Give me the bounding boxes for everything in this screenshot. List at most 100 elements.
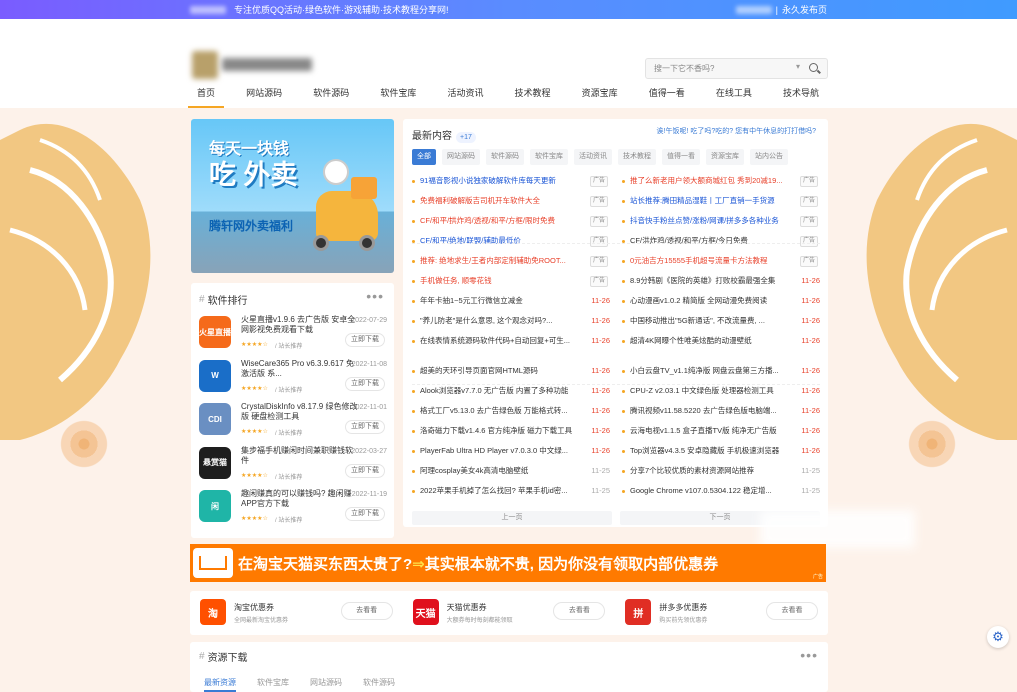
item-title[interactable]: 腾讯视频v11.58.5220 去广告绿色版电脑端... (630, 404, 790, 418)
download-button[interactable]: 立即下载 (345, 376, 385, 391)
nav-item-4[interactable]: 活动资讯 (438, 78, 492, 108)
download-button[interactable]: 立即下载 (345, 507, 385, 521)
download-button[interactable]: 立即下载 (345, 333, 385, 347)
list-item[interactable]: "养儿防老"是什么意思, 这个观念对吗?... 11-26 (412, 314, 610, 328)
app-name[interactable]: WiseCare365 Pro v6.3.9.617 免激活版 系... (241, 359, 359, 379)
item-title[interactable]: CPU-Z v2.03.1 中文绿色版 处理器检测工具 (630, 384, 790, 398)
more-icon[interactable]: ••• (800, 647, 818, 663)
list-item[interactable]: 超美的天环引导页面官网HTML源码 11-26 (412, 364, 610, 378)
tab-8[interactable]: 站内公告 (750, 149, 788, 165)
app-name[interactable]: 集步福手机赚闲时间兼职赚钱软件 (241, 446, 359, 466)
ad-text[interactable]: 推荐: 绝地求生/王者内部定制辅助免ROOT... (420, 254, 580, 268)
ad-text[interactable]: CF/洪炸鸡/透视/和平/方框/今日免费 (630, 234, 790, 248)
item-title[interactable]: 超清4K网曝个性唯美炫酷的动漫壁纸 (630, 334, 790, 348)
item-title[interactable]: Google Chrome v107.0.5304.122 稳定增... (630, 484, 790, 498)
resource-tab-1[interactable]: 软件宝库 (257, 677, 289, 692)
tab-1[interactable]: 网站源码 (442, 149, 480, 165)
list-item[interactable]: 分享7个比较优质的素材资源网站推荐 11-25 (622, 464, 820, 478)
ad-row[interactable]: 抖音快手粉丝点赞/涨粉/网课/拼多多各种业务 广告 (622, 214, 820, 228)
rank-item[interactable]: 悬赏猫 集步福手机赚闲时间兼职赚钱软件 2022-03-27 ★★★★☆ / 站长推荐 立… (199, 444, 387, 486)
resource-tab-3[interactable]: 软件源码 (363, 677, 395, 692)
go-see-button[interactable]: 去看看 (766, 602, 819, 620)
app-name[interactable]: 趣闲赚真的可以赚钱吗? 趣闲赚APP官方下载 (241, 489, 359, 509)
list-item[interactable]: 阿理cosplay美女4k高清电脑壁纸 11-25 (412, 464, 610, 478)
ad-text[interactable]: 91福音影视小说独家破解软件库每天更新 (420, 174, 580, 188)
list-item[interactable]: 小白云盘TV_v1.1纯净版 网盘云盘第三方播... 11-26 (622, 364, 820, 378)
prev-page-button[interactable]: 上一页 (412, 511, 612, 525)
coupon-card[interactable]: 拼拼多多优惠券 购买前先领优惠券 去看看 (615, 591, 828, 635)
tab-0[interactable]: 全部 (412, 149, 436, 165)
ad-row[interactable]: CF/洪炸鸡/透视/和平/方框/今日免费 广告 (622, 234, 820, 248)
list-item[interactable]: 2022苹果手机掉了怎么找回? 苹果手机id密... 11-25 (412, 484, 610, 498)
ad-text[interactable]: CF/和平/绝地/联盟/辅助最低价 (420, 234, 580, 248)
go-see-button[interactable]: 去看看 (340, 602, 393, 620)
site-logo[interactable] (192, 51, 317, 79)
item-title[interactable]: 小白云盘TV_v1.1纯净版 网盘云盘第三方播... (630, 364, 790, 378)
item-title[interactable]: "养儿防老"是什么意思, 这个观念对吗?... (420, 314, 580, 328)
ad-text[interactable]: 0元油吉方15555手机超号流量卡方法教程 (630, 254, 790, 268)
list-item[interactable]: Top浏览器v4.3.5 安卓隐藏版 手机极速浏览器 11-26 (622, 444, 820, 458)
list-item[interactable]: 心动漫画v1.0.2 精简版 全网动漫免费阅读 11-26 (622, 294, 820, 308)
item-title[interactable]: 年年卡抽1~5元工行微信立减金 (420, 294, 580, 308)
ad-row[interactable]: 推荐: 绝地求生/王者内部定制辅助免ROOT... 广告 (412, 254, 610, 268)
taobao-coupon-banner-ad[interactable]: 在淘宝天猫买东西太贵了?⇒其实根本就不贵, 因为你没有领取内部优惠券 广告 (190, 544, 826, 582)
ad-row[interactable]: 91福音影视小说独家破解软件库每天更新 广告 (412, 174, 610, 188)
item-title[interactable]: 云海电视v1.1.5 盒子直播TV版 纯净无广告版 (630, 424, 790, 438)
rank-item[interactable]: CDI CrystalDiskInfo v8.17.9 绿色修改版 硬盘检测工具 2… (199, 400, 387, 442)
ad-row[interactable]: 站长推荐:腾田精品湿鞋丨工厂直销一手货源 广告 (622, 194, 820, 208)
ad-text[interactable]: 手机做任务, 顺零花钱 (420, 274, 580, 288)
greeting-link[interactable]: 诶!午饭呢! 吃了吗?吃的? 您有中午休息的打打借吗? (657, 126, 816, 136)
ad-row[interactable]: 手机做任务, 顺零花钱 广告 (412, 274, 610, 288)
tab-2[interactable]: 软件源码 (486, 149, 524, 165)
item-title[interactable]: 阿理cosplay美女4k高清电脑壁纸 (420, 464, 580, 478)
search-icon[interactable] (809, 63, 818, 72)
tab-7[interactable]: 资源宝库 (706, 149, 744, 165)
tab-5[interactable]: 技术教程 (618, 149, 656, 165)
list-item[interactable]: 中国移动推出"5G新通话", 不改流量费, ... 11-26 (622, 314, 820, 328)
list-item[interactable]: CPU-Z v2.03.1 中文绿色版 处理器检测工具 11-26 (622, 384, 820, 398)
gear-icon[interactable]: ⚙ (987, 626, 1009, 648)
ad-text[interactable]: 抖音快手粉丝点赞/涨粉/网课/拼多多各种业务 (630, 214, 790, 228)
app-icon[interactable]: W (199, 359, 231, 392)
chevron-down-icon[interactable]: ▾ (796, 62, 800, 71)
item-title[interactable]: 2022苹果手机掉了怎么找回? 苹果手机id密... (420, 484, 580, 498)
item-title[interactable]: Top浏览器v4.3.5 安卓隐藏版 手机极速浏览器 (630, 444, 790, 458)
item-title[interactable]: 格式工厂v5.13.0 去广告绿色版 万能格式转... (420, 404, 580, 418)
nav-item-5[interactable]: 技术教程 (506, 78, 560, 108)
app-name[interactable]: 火星直播v1.9.6 去广告版 安卓全网影视免费观看下载 (241, 315, 359, 335)
more-icon[interactable]: ••• (366, 288, 384, 304)
coupon-card[interactable]: 天猫 天猫优惠券 大额券每时每刻都能领取 去看看 (403, 591, 616, 635)
ad-row[interactable]: 免费福利破解版吉司机开车软件大全 广告 (412, 194, 610, 208)
list-item[interactable]: Google Chrome v107.0.5304.122 稳定增... 11-2… (622, 484, 820, 498)
resource-tab-0[interactable]: 最新资源 (204, 677, 236, 692)
list-item[interactable]: 云海电视v1.1.5 盒子直播TV版 纯净无广告版 11-26 (622, 424, 820, 438)
nav-item-0[interactable]: 首页 (188, 78, 225, 108)
list-item[interactable]: 洛奇磁力下载v1.4.6 官方纯净版 磁力下载工具 11-26 (412, 424, 610, 438)
go-see-button[interactable]: 去看看 (553, 602, 606, 620)
app-icon[interactable]: 悬赏猫 (199, 446, 231, 479)
nav-item-2[interactable]: 软件源码 (304, 78, 358, 108)
rank-item[interactable]: W WiseCare365 Pro v6.3.9.617 免激活版 系... 202… (199, 357, 387, 399)
item-title[interactable]: PlayerFab Ultra HD Player v7.0.3.0 中文绿..… (420, 444, 580, 458)
download-button[interactable]: 立即下载 (345, 420, 385, 434)
item-title[interactable]: 8.9分韩剧《医院的英雄》打败校霸最强全集 (630, 274, 790, 288)
item-title[interactable]: Alook浏览器v7.7.0 无广告版 内置了多种功能 (420, 384, 580, 398)
ad-text[interactable]: 免费福利破解版吉司机开车软件大全 (420, 194, 580, 208)
app-icon[interactable]: 火星直播 (199, 316, 231, 348)
list-item[interactable]: 腾讯视频v11.58.5220 去广告绿色版电脑端... 11-26 (622, 404, 820, 418)
app-name[interactable]: CrystalDiskInfo v8.17.9 绿色修改版 硬盘检测工具 (241, 402, 359, 422)
resource-tab-2[interactable]: 网站源码 (310, 677, 342, 692)
nav-item-6[interactable]: 资源宝库 (573, 78, 627, 108)
takeaway-banner-ad[interactable]: 每天一块钱 吃 外卖 腾轩网外卖福利 (191, 119, 394, 273)
app-icon[interactable]: CDI (199, 403, 231, 435)
permanent-link[interactable]: 永久发布页 (782, 3, 827, 16)
tab-3[interactable]: 软件宝库 (530, 149, 568, 165)
tab-4[interactable]: 活动资讯 (574, 149, 612, 165)
list-item[interactable]: PlayerFab Ultra HD Player v7.0.3.0 中文绿..… (412, 444, 610, 458)
ad-row[interactable]: CF/和平/绝地/联盟/辅助最低价 广告 (412, 234, 610, 248)
item-title[interactable]: 心动漫画v1.0.2 精简版 全网动漫免费阅读 (630, 294, 790, 308)
list-item[interactable]: Alook浏览器v7.7.0 无广告版 内置了多种功能 11-26 (412, 384, 610, 398)
tab-6[interactable]: 值得一看 (662, 149, 700, 165)
item-title[interactable]: 中国移动推出"5G新通话", 不改流量费, ... (630, 314, 790, 328)
nav-item-9[interactable]: 技术导航 (774, 78, 828, 108)
